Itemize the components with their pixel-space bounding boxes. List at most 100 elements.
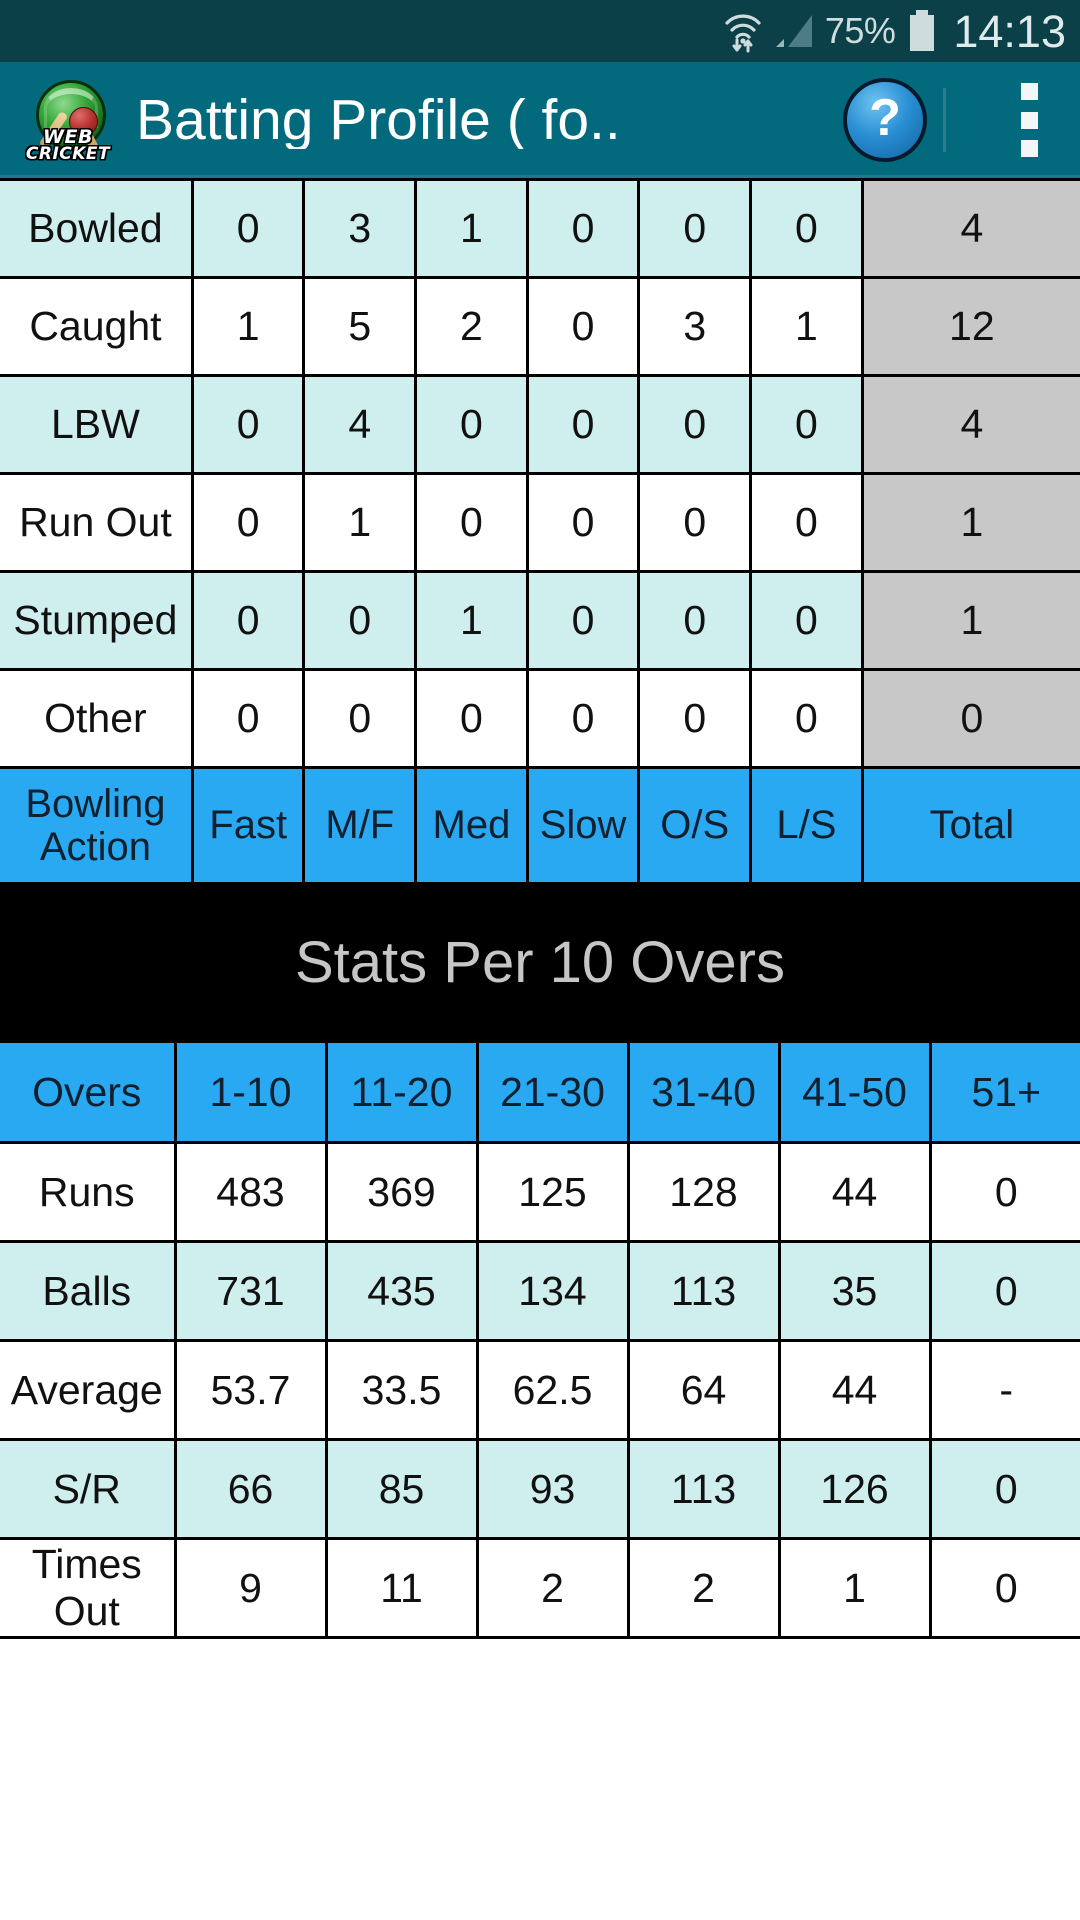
cell-11-20: 33.5 xyxy=(324,1339,479,1441)
table-row: Bowled 0 3 1 0 0 0 4 xyxy=(0,178,1080,279)
table-row: Times Out 9 11 2 2 1 0 xyxy=(0,1537,1080,1639)
cell-1-10: 483 xyxy=(173,1141,328,1243)
row-label: Other xyxy=(0,668,194,769)
cell-mf: 5 xyxy=(302,276,418,377)
web-cricket-logo-icon: WEB CRICKET xyxy=(22,74,114,166)
cell-os: 0 xyxy=(637,374,753,475)
row-label: Times Out xyxy=(0,1537,177,1639)
cell-mf: 3 xyxy=(302,178,418,279)
logo-text-line2: CRICKET xyxy=(25,144,111,164)
cell-fast: 0 xyxy=(190,472,306,573)
header-fast: Fast xyxy=(190,766,306,885)
table-row: Balls 731 435 134 113 35 0 xyxy=(0,1240,1080,1342)
cell-41-50: 126 xyxy=(777,1438,932,1540)
row-label: Runs xyxy=(0,1141,177,1243)
cell-os: 0 xyxy=(637,570,753,671)
cell-slow: 0 xyxy=(525,178,641,279)
table-row: Runs 483 369 125 128 44 0 xyxy=(0,1141,1080,1243)
cell-ls: 0 xyxy=(749,570,864,671)
table-header-row: Bowling Action Fast M/F Med Slow O/S L/S… xyxy=(0,766,1080,885)
cell-11-20: 11 xyxy=(324,1537,479,1639)
cell-ls: 0 xyxy=(749,668,864,769)
header-bowling-action: Bowling Action xyxy=(0,766,194,885)
cell-slow: 0 xyxy=(525,472,641,573)
cell-med: 0 xyxy=(414,374,529,475)
table-row: Stumped 0 0 1 0 0 0 1 xyxy=(0,570,1080,671)
cell-31-40: 113 xyxy=(626,1240,781,1342)
cell-21-30: 2 xyxy=(475,1537,630,1639)
app-bar: WEB CRICKET Batting Profile ( fo.. ? xyxy=(0,62,1080,178)
overflow-dot-2 xyxy=(1020,111,1038,129)
table-row: Other 0 0 0 0 0 0 0 xyxy=(0,668,1080,769)
cell-slow: 0 xyxy=(525,374,641,475)
dismissals-table: Bowled 0 3 1 0 0 0 4 Caught 1 5 2 0 3 1 … xyxy=(0,178,1080,885)
header-overs: Overs xyxy=(0,1040,177,1144)
battery-icon xyxy=(906,9,938,53)
cellular-signal-icon xyxy=(774,11,814,51)
wifi-icon xyxy=(723,9,763,53)
section-title: Stats Per 10 Overs xyxy=(295,929,785,995)
row-label: LBW xyxy=(0,374,194,475)
header-slow: Slow xyxy=(525,766,641,885)
help-button[interactable]: ? xyxy=(843,78,927,162)
cell-mf: 4 xyxy=(302,374,418,475)
cell-total: 1 xyxy=(860,472,1080,573)
row-label: Stumped xyxy=(0,570,194,671)
cell-total: 4 xyxy=(860,178,1080,279)
table-row: Average 53.7 33.5 62.5 64 44 - xyxy=(0,1339,1080,1441)
cell-21-30: 62.5 xyxy=(475,1339,630,1441)
status-bar-clock: 14:13 xyxy=(953,5,1066,57)
cell-total: 1 xyxy=(860,570,1080,671)
cell-med: 2 xyxy=(414,276,529,377)
header-11-20: 11-20 xyxy=(324,1040,479,1144)
table-row: Run Out 0 1 0 0 0 0 1 xyxy=(0,472,1080,573)
cell-fast: 0 xyxy=(190,178,306,279)
row-label: Average xyxy=(0,1339,177,1441)
cell-41-50: 44 xyxy=(777,1339,932,1441)
cell-os: 0 xyxy=(637,668,753,769)
overflow-dot-1 xyxy=(1020,83,1038,100)
cell-21-30: 125 xyxy=(475,1141,630,1243)
cell-mf: 0 xyxy=(302,668,418,769)
cell-31-40: 113 xyxy=(626,1438,781,1540)
cell-51-plus: 0 xyxy=(928,1537,1080,1639)
header-21-30: 21-30 xyxy=(475,1040,630,1144)
cell-51-plus: 0 xyxy=(928,1141,1080,1243)
cell-31-40: 128 xyxy=(626,1141,781,1243)
cell-os: 0 xyxy=(637,472,753,573)
page-title: Batting Profile ( fo.. xyxy=(136,91,621,149)
cell-ls: 0 xyxy=(749,178,864,279)
cell-21-30: 134 xyxy=(475,1240,630,1342)
header-med: Med xyxy=(414,766,529,885)
overs-table: Overs 1-10 11-20 21-30 31-40 41-50 51+ R… xyxy=(0,1040,1080,1639)
header-31-40: 31-40 xyxy=(626,1040,781,1144)
table-row: S/R 66 85 93 113 126 0 xyxy=(0,1438,1080,1540)
section-title-bar: Stats Per 10 Overs xyxy=(0,885,1080,1040)
cell-41-50: 35 xyxy=(777,1240,932,1342)
overflow-dot-3 xyxy=(1020,140,1038,157)
cell-mf: 0 xyxy=(302,570,418,671)
cell-ls: 0 xyxy=(749,472,864,573)
cell-11-20: 85 xyxy=(324,1438,479,1540)
cell-fast: 0 xyxy=(190,570,306,671)
cell-med: 0 xyxy=(414,668,529,769)
cell-51-plus: 0 xyxy=(928,1240,1080,1342)
cell-ls: 0 xyxy=(749,374,864,475)
cell-slow: 0 xyxy=(525,570,641,671)
cell-med: 0 xyxy=(414,472,529,573)
header-total: Total xyxy=(860,766,1080,885)
cell-21-30: 93 xyxy=(475,1438,630,1540)
cell-fast: 0 xyxy=(190,668,306,769)
cell-slow: 0 xyxy=(525,668,641,769)
overflow-menu-button[interactable] xyxy=(1002,77,1056,163)
cell-fast: 0 xyxy=(190,374,306,475)
cell-1-10: 53.7 xyxy=(173,1339,328,1441)
cell-slow: 0 xyxy=(525,276,641,377)
cell-31-40: 64 xyxy=(626,1339,781,1441)
row-label: Run Out xyxy=(0,472,194,573)
cell-os: 3 xyxy=(637,276,753,377)
battery-percent-label: 75% xyxy=(824,10,896,51)
table-row: LBW 0 4 0 0 0 0 4 xyxy=(0,374,1080,475)
cell-31-40: 2 xyxy=(626,1537,781,1639)
cell-total: 4 xyxy=(860,374,1080,475)
